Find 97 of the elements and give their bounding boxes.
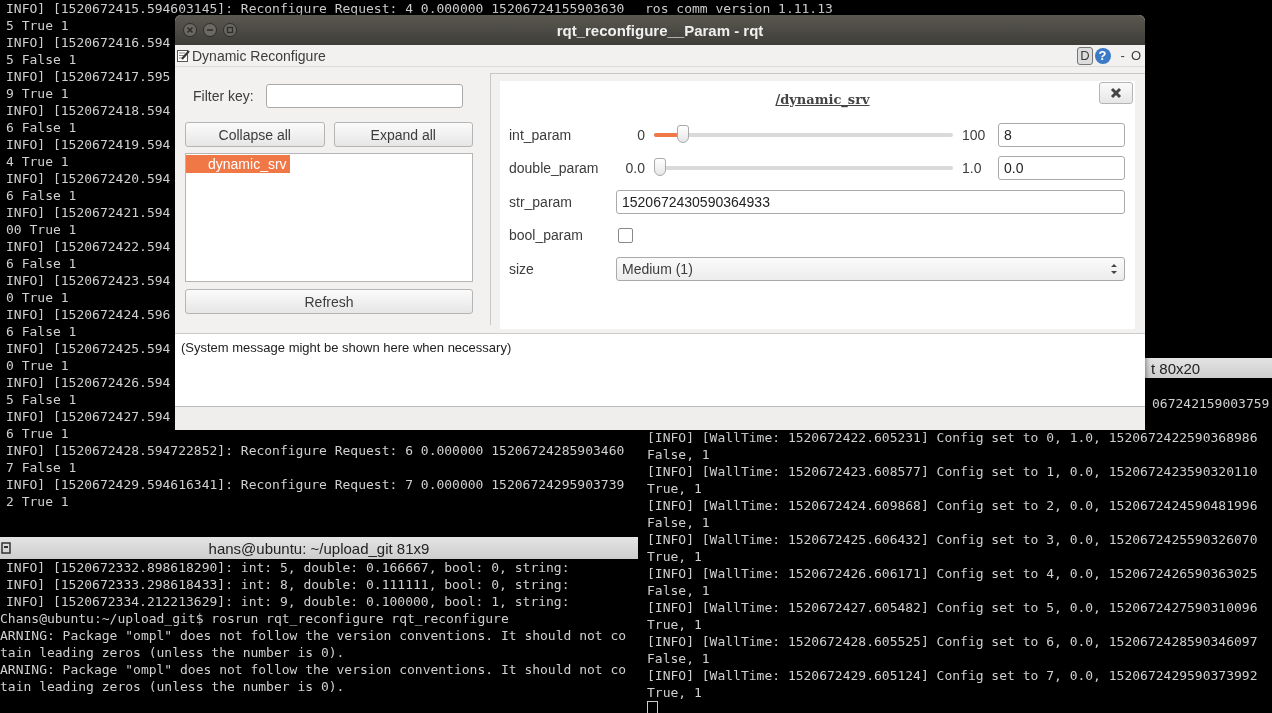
terminal-line: [INFO] [WallTime: 1520672427.605482] Config set to 5, 0.0, 1520672427590310096	[646, 599, 1258, 616]
terminal-line: 5 False 1	[5, 391, 77, 408]
terminal-line: 00 True 1	[5, 221, 77, 238]
slider-thumb[interactable]	[654, 158, 666, 177]
terminal-line: tain leading zeros (unless the number is 0).	[0, 644, 345, 661]
plugin-title: Dynamic Reconfigure	[192, 47, 326, 64]
value-field[interactable]: 8	[998, 122, 1125, 147]
slider-max: 100	[962, 126, 987, 143]
terminal-line: [INFO] [WallTime: 1520672429.605124] Config set to 7, 0.0, 1520672429590373992	[646, 667, 1258, 684]
terminal-title: hans@ubuntu: ~/upload_git 81x9	[208, 539, 430, 557]
terminal-line: [INFO] [WallTime: 1520672426.606171] Config set to 4, 0.0, 1520672426590363025	[646, 565, 1258, 582]
parameter-label: int_param	[509, 126, 573, 143]
terminal-line: [INFO] [WallTime: 1520672428.605525] Config set to 6, 0.0, 1520672428590346097	[646, 633, 1258, 650]
panel-title: /dynamic_srv	[775, 92, 870, 107]
close-icon	[1109, 86, 1123, 100]
terminal-line: ARNING: Package "ompl" does not follow the version conventions. It should not co	[0, 661, 627, 678]
filter-label: Filter key:	[193, 88, 255, 104]
terminal-line: 4 True 1	[5, 153, 69, 170]
slider-thumb[interactable]	[676, 124, 689, 143]
terminal-line: 0 True 1	[5, 357, 69, 374]
terminal-line: INFO] [1520672332.898618290]: int: 5, double: 0.166667, bool: 0, string:	[5, 559, 570, 576]
dock-button[interactable]: -	[1120, 47, 1125, 64]
value-field[interactable]: 0.0	[998, 156, 1125, 181]
tree-button[interactable]: Collapse all	[185, 122, 325, 147]
terminal-line: 6 True 1	[5, 425, 69, 442]
up-down-arrows-icon	[1110, 261, 1118, 276]
terminal-line: [INFO] [WallTime: 1520672424.609868] Config set to 2, 0.0, 1520672424590481996	[646, 497, 1258, 514]
terminal-line: INFO] [1520672418.594	[5, 102, 171, 119]
terminal-line: INFO] [1520672429.594616341]: Reconfigure Request: 7 0.000000 15206724295903739	[5, 476, 625, 493]
terminal-line: 5 True 1	[5, 17, 69, 34]
terminal-line: 6 False 1	[5, 323, 77, 340]
terminal-line: INFO] [1520672422.594	[5, 238, 171, 255]
dock-button[interactable]: O	[1130, 47, 1141, 64]
terminal-line: [INFO] [WallTime: 1520672422.605231] Config set to 0, 1.0, 1520672422590368986	[646, 429, 1258, 446]
terminal-line: ros comm version 1.11.13	[644, 0, 833, 17]
maximize-icon[interactable]	[223, 23, 237, 37]
terminal-line: INFO] [1520672416.594	[5, 34, 171, 51]
terminal-line: 7 False 1	[5, 459, 77, 476]
terminal-line: 6 False 1	[5, 187, 77, 204]
close-button[interactable]	[1099, 82, 1133, 104]
terminal-line: True, 1	[646, 548, 702, 565]
terminal-line: 6 False 1	[5, 255, 77, 272]
slider-min: 0	[636, 126, 645, 143]
refresh-button[interactable]: Refresh	[185, 289, 473, 314]
terminal-line: INFO] [1520672334.212213629]: int: 9, double: 0.100000, bool: 1, string:	[5, 593, 570, 610]
terminal-line: tain leading zeros (unless the number is 0).	[0, 678, 345, 695]
terminal-line: INFO] [1520672419.594	[5, 136, 171, 153]
dock-button[interactable]: ?	[1094, 47, 1111, 64]
text-field[interactable]: 1520672430590364933	[616, 189, 1125, 214]
window-title: rqt_reconfigure__Param - rqt	[556, 21, 764, 39]
terminal-title: t 80x20	[1151, 359, 1201, 377]
terminal-line: False, 1	[646, 446, 710, 463]
tree-button[interactable]: Expand all	[333, 122, 473, 147]
terminal-line: INFO] [1520672421.594	[5, 204, 171, 221]
terminal-line: INFO] [1520672417.595	[5, 68, 171, 85]
terminal-icon	[1, 542, 11, 554]
terminal-line: False, 1	[646, 514, 710, 531]
text-cursor	[647, 701, 658, 713]
terminal-line: INFO] [1520672415.594603145]: Reconfigure Request: 4 0.000000 15206724155903630	[5, 0, 625, 17]
filter-field[interactable]	[266, 84, 463, 108]
parameter-label: double_param	[509, 160, 600, 177]
system-message: (System message might be shown here when necessary)	[181, 340, 512, 355]
terminal-line: False, 1	[646, 650, 710, 667]
terminal-line: 9 True 1	[5, 85, 69, 102]
close-icon[interactable]	[183, 23, 197, 37]
terminal-line: ARNING: Package "ompl" does not follow the version conventions. It should not co	[0, 627, 627, 644]
terminal-line: Chans@ubuntu:~/upload_git$ rosrun rqt_reconfigure rqt_reconfigure	[0, 610, 509, 627]
slider-max: 1.0	[962, 160, 983, 177]
slider-min: 0.0	[624, 160, 645, 177]
terminal-line: 2 True 1	[5, 493, 69, 510]
terminal-line: 5 False 1	[5, 51, 77, 68]
terminal-line: False, 1	[646, 582, 710, 599]
slider-track[interactable]	[654, 124, 953, 145]
dock-button[interactable]: D	[1077, 46, 1093, 65]
terminal-line: [INFO] [WallTime: 1520672425.606432] Config set to 3, 0.0, 1520672425590326070	[646, 531, 1258, 548]
parameter-label: size	[509, 260, 535, 277]
terminal-line: INFO] [1520672427.594	[5, 408, 171, 425]
terminal-line: [INFO] [WallTime: 1520672423.608577] Config set to 1, 0.0, 1520672423590320110	[646, 463, 1258, 480]
parameter-label: bool_param	[509, 227, 584, 244]
terminal-line: INFO] [1520672428.594722852]: Reconfigure Request: 6 0.000000 15206724285903460	[5, 442, 625, 459]
dropdown[interactable]: Medium (1)	[616, 256, 1125, 281]
terminal-line: 067242159003759	[1152, 396, 1270, 411]
parameter-label: str_param	[509, 193, 574, 210]
minimize-icon[interactable]	[203, 23, 217, 37]
terminal-line: INFO] [1520672333.298618433]: int: 8, double: 0.111111, bool: 0, string:	[5, 576, 570, 593]
terminal-line: True, 1	[646, 480, 702, 497]
terminal-line: True, 1	[646, 684, 702, 701]
terminal-line: INFO] [1520672426.594	[5, 374, 171, 391]
terminal-line: 6 False 1	[5, 119, 77, 136]
pencil-icon	[177, 49, 190, 62]
terminal-line: INFO] [1520672424.596	[5, 306, 171, 323]
terminal-line: 0 True 1	[5, 289, 69, 306]
terminal-line: True, 1	[646, 616, 702, 633]
terminal-line: INFO] [1520672425.594	[5, 340, 171, 357]
checkbox[interactable]	[618, 227, 633, 243]
terminal-line: INFO] [1520672420.594	[5, 170, 171, 187]
terminal-line: INFO] [1520672423.594	[5, 272, 171, 289]
